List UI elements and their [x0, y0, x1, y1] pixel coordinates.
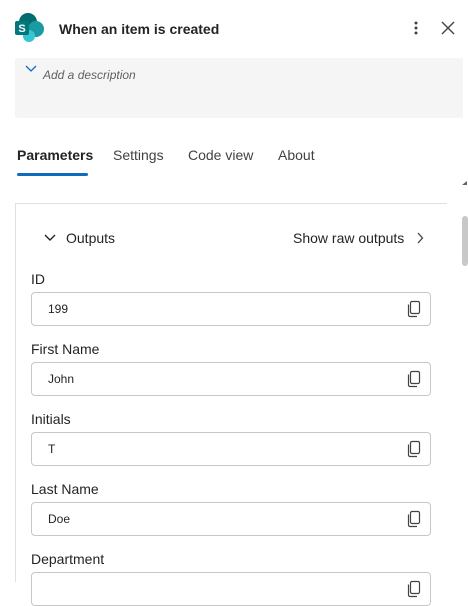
tab-parameters[interactable]: Parameters [17, 147, 93, 163]
field-label-last-name: Last Name [31, 481, 99, 497]
field-label-first-name: First Name [31, 341, 100, 357]
outputs-label: Outputs [66, 230, 116, 246]
sharepoint-icon: S [15, 13, 44, 42]
chevron-down-icon[interactable] [24, 64, 38, 74]
field-label-id: ID [31, 271, 45, 287]
close-icon [441, 21, 455, 35]
more-vertical-icon [414, 21, 418, 35]
field-value-initials: T [48, 442, 56, 456]
panel-header: S When an item is created [0, 0, 468, 58]
field-last-name[interactable]: Doe [31, 502, 431, 536]
outputs-toggle[interactable]: Outputs [43, 228, 115, 248]
active-tab-indicator [17, 173, 88, 176]
field-id[interactable]: 199 [31, 292, 431, 326]
tab-settings[interactable]: Settings [113, 147, 164, 163]
tab-code-view[interactable]: Code view [188, 147, 253, 163]
show-raw-outputs-button[interactable]: Show raw outputs [293, 228, 424, 248]
tab-about[interactable]: About [278, 147, 315, 163]
more-options-button[interactable] [404, 16, 428, 40]
chevron-down-icon [44, 234, 56, 241]
field-first-name[interactable]: John [31, 362, 431, 396]
copy-icon[interactable] [406, 580, 422, 598]
scrollbar-thumb[interactable] [462, 216, 468, 266]
copy-icon[interactable] [406, 440, 422, 458]
close-button[interactable] [436, 16, 460, 40]
field-label-department: Department [31, 551, 105, 567]
chevron-right-icon [417, 232, 424, 244]
svg-text:S: S [18, 23, 25, 35]
copy-icon[interactable] [406, 510, 422, 528]
description-box: Add a description [15, 58, 463, 118]
field-value-last-name: Doe [48, 512, 71, 526]
scroll-up-arrow-icon[interactable] [461, 178, 468, 188]
show-raw-outputs-label: Show raw outputs [293, 230, 405, 246]
page-title: When an item is created [59, 21, 220, 37]
description-input[interactable]: Add a description [43, 68, 136, 82]
field-initials[interactable]: T [31, 432, 431, 466]
field-value-first-name: John [48, 372, 75, 386]
field-value-id: 199 [48, 302, 69, 316]
copy-icon[interactable] [406, 300, 422, 318]
copy-icon[interactable] [406, 370, 422, 388]
field-label-initials: Initials [31, 411, 71, 427]
field-department[interactable] [31, 572, 431, 606]
